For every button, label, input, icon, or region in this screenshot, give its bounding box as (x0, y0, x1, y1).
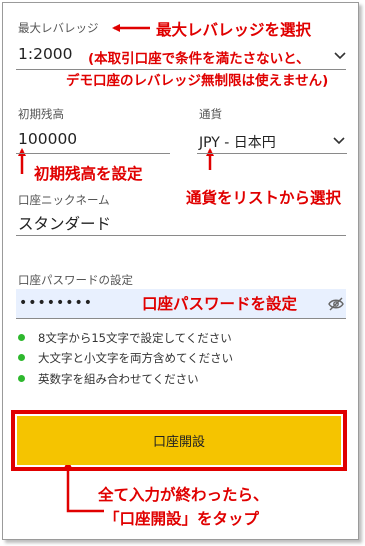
annotation-currency-select: 通貨をリストから選択 (186, 189, 342, 207)
currency-label: 通貨 (199, 107, 222, 121)
requirement-dot (18, 354, 25, 361)
open-account-button[interactable]: 口座開設 (17, 416, 341, 465)
chevron-down-icon (333, 137, 345, 145)
annotation-submit-2: 「口座開設」をタップ (104, 510, 260, 528)
currency-value: JPY - 日本円 (199, 135, 276, 151)
requirement-item: 大文字と小文字を両方含めてください (38, 351, 234, 365)
password-label: 口座パスワードの設定 (18, 273, 133, 287)
annotation-submit-1: 全て入力が終わったら、 (98, 486, 269, 504)
balance-value: 100000 (18, 130, 78, 148)
annotation-password-set: 口座パスワードを設定 (142, 292, 298, 314)
nickname-input[interactable]: スタンダード (16, 206, 346, 236)
password-underline (16, 318, 346, 319)
balance-input[interactable]: 100000 (16, 124, 170, 154)
requirement-item: 英数字を組み合わせてください (38, 372, 199, 386)
annotation-leverage-note-1: (本取引口座で条件を満たさないと、 (88, 47, 310, 67)
open-account-button-label: 口座開設 (152, 435, 205, 450)
eye-off-icon[interactable] (328, 297, 344, 311)
annotation-balance-set: 初期残高を設定 (34, 165, 143, 183)
requirement-item: 8文字から15文字で設定してください (38, 331, 232, 345)
balance-label: 初期残高 (18, 107, 64, 121)
nickname-underline (16, 235, 346, 236)
password-value: •••••••• (19, 295, 94, 311)
balance-underline (16, 153, 170, 154)
nickname-value: スタンダード (18, 215, 112, 233)
annotation-leverage-select: 最大レバレッジを選択 (156, 21, 312, 39)
annotation-leverage-note-2: デモ口座のレバレッジ無制限は使えません) (66, 73, 329, 89)
currency-underline (197, 153, 347, 154)
currency-select[interactable]: JPY - 日本円 (197, 124, 347, 154)
requirement-dot (18, 334, 25, 341)
requirement-dot (18, 375, 25, 382)
